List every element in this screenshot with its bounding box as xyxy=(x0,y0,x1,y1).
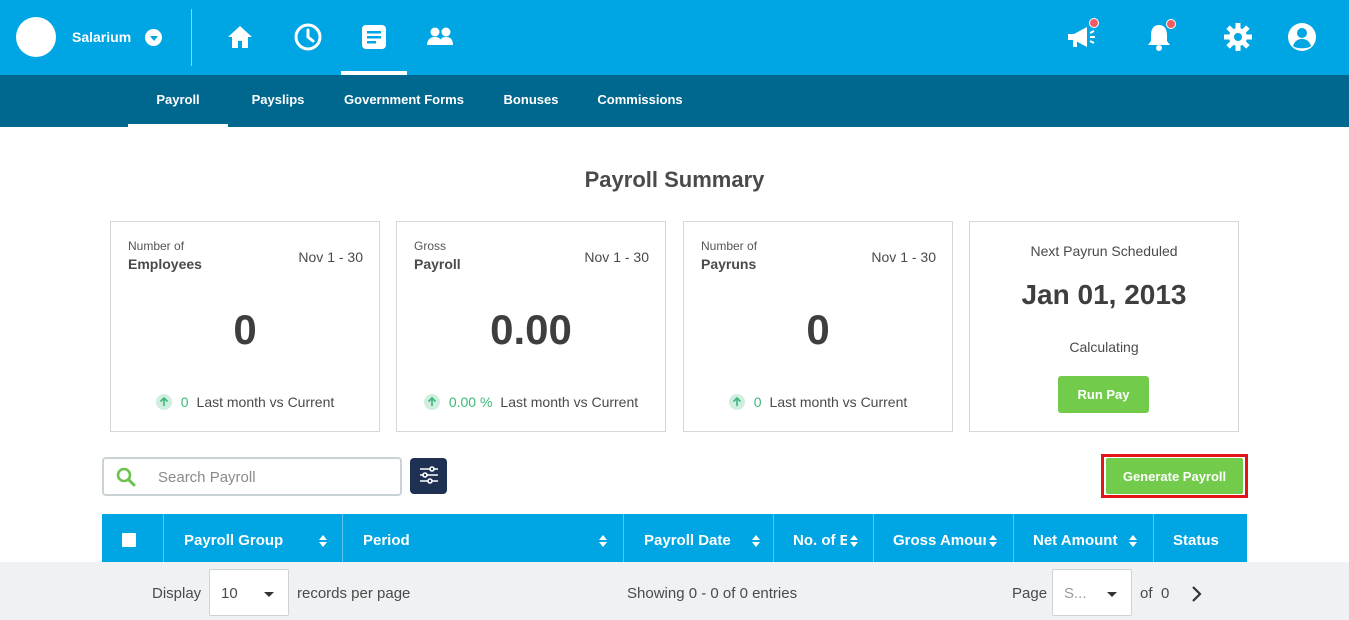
column-divider xyxy=(1013,514,1014,562)
card-caption: Gross xyxy=(414,239,447,253)
subnav-commissions[interactable]: Commissions xyxy=(588,75,692,127)
sort-icon[interactable] xyxy=(598,534,608,552)
subnav-payslips[interactable]: Payslips xyxy=(240,75,316,127)
card-trend: 0.00 % Last month vs Current xyxy=(397,394,665,410)
next-payrun-status: Calculating xyxy=(1069,339,1139,355)
display-label: Display xyxy=(152,585,202,602)
subnav-government-forms[interactable]: Government Forms xyxy=(334,75,474,127)
search-input[interactable] xyxy=(158,466,388,488)
column-payroll-date[interactable]: Payroll Date xyxy=(644,514,744,562)
sort-icon[interactable] xyxy=(849,534,859,552)
subnav-active-indicator xyxy=(128,124,228,127)
column-divider xyxy=(623,514,624,562)
records-per-page-select[interactable]: 10 xyxy=(209,569,289,616)
chevron-down-icon xyxy=(145,28,163,46)
sort-icon[interactable] xyxy=(1128,534,1138,552)
trend-value: 0 xyxy=(753,394,762,410)
card-value: 0 xyxy=(233,306,257,353)
sort-icon[interactable] xyxy=(751,534,761,552)
divider xyxy=(191,9,192,66)
trend-value: 0.00 % xyxy=(448,394,493,410)
search-box[interactable] xyxy=(102,457,402,496)
arrow-up-icon xyxy=(155,394,172,410)
card-trend: 0 Last month vs Current xyxy=(111,394,379,410)
sort-icon[interactable] xyxy=(988,534,998,552)
clock-icon[interactable] xyxy=(291,20,325,54)
column-divider xyxy=(773,514,774,562)
company-logo xyxy=(16,17,56,57)
chevron-down-icon xyxy=(1107,592,1117,597)
column-divider xyxy=(873,514,874,562)
employees-card: Number of Employees Nov 1 - 30 0 0 Last … xyxy=(110,221,380,432)
sort-icon[interactable] xyxy=(318,534,328,552)
gross-payroll-card: Gross Payroll Nov 1 - 30 0.00 0.00 % Las… xyxy=(396,221,666,432)
chevron-right-icon[interactable] xyxy=(1190,585,1202,607)
payruns-card: Number of Payruns Nov 1 - 30 0 0 Last mo… xyxy=(683,221,953,432)
card-caption: Number of xyxy=(128,239,185,253)
column-divider xyxy=(163,514,164,562)
card-trend: 0 Last month vs Current xyxy=(684,394,952,410)
table-header: Payroll Group Period Payroll Date No. of… xyxy=(102,514,1247,562)
search-icon xyxy=(116,467,136,492)
records-per-page-value: 10 xyxy=(221,585,238,602)
card-label: Payroll xyxy=(414,256,461,272)
page-select[interactable]: S... xyxy=(1052,569,1132,616)
of-label: of xyxy=(1140,585,1153,602)
card-date-range: Nov 1 - 30 xyxy=(871,249,936,265)
column-period[interactable]: Period xyxy=(363,514,443,562)
column-net-amount[interactable]: Net Amount xyxy=(1033,514,1123,562)
card-caption: Number of xyxy=(701,239,758,253)
bell-icon[interactable] xyxy=(1142,19,1176,54)
arrow-up-icon xyxy=(423,394,440,410)
records-per-page-label: records per page xyxy=(297,585,411,602)
top-bar: Salarium xyxy=(0,0,1349,75)
company-switcher[interactable]: Salarium xyxy=(16,17,163,57)
next-payrun-card: Next Payrun Scheduled Jan 01, 2013 Calcu… xyxy=(969,221,1239,432)
trend-label: Last month vs Current xyxy=(769,394,908,410)
document-icon[interactable] xyxy=(357,20,391,54)
select-all-checkbox[interactable] xyxy=(122,533,136,547)
generate-payroll-button[interactable]: Generate Payroll xyxy=(1106,458,1243,494)
trend-label: Last month vs Current xyxy=(500,394,639,410)
subnav-bonuses[interactable]: Bonuses xyxy=(492,75,570,127)
column-status[interactable]: Status xyxy=(1173,514,1233,562)
trend-value: 0 xyxy=(180,394,189,410)
company-name: Salarium xyxy=(72,29,132,45)
showing-entries: Showing 0 - 0 of 0 entries xyxy=(627,585,798,602)
card-label: Employees xyxy=(128,256,202,272)
column-divider xyxy=(342,514,343,562)
card-label: Payruns xyxy=(701,256,757,272)
people-icon[interactable] xyxy=(423,20,457,54)
card-value: 0.00 xyxy=(490,306,572,353)
next-payrun-date: Jan 01, 2013 xyxy=(1021,279,1187,310)
notification-dot xyxy=(1089,18,1099,28)
gear-icon[interactable] xyxy=(1221,20,1255,54)
user-icon[interactable] xyxy=(1285,20,1319,54)
page-title: Payroll Summary xyxy=(584,167,765,192)
total-pages: 0 xyxy=(1161,585,1170,602)
page-select-value: S... xyxy=(1064,585,1087,602)
column-payroll-group[interactable]: Payroll Group xyxy=(184,514,294,562)
chevron-down-icon xyxy=(264,592,274,597)
card-date-range: Nov 1 - 30 xyxy=(584,249,649,265)
megaphone-icon[interactable] xyxy=(1064,18,1099,54)
trend-label: Last month vs Current xyxy=(196,394,335,410)
page-label: Page xyxy=(1012,585,1048,602)
home-icon[interactable] xyxy=(223,20,257,54)
column-divider xyxy=(1153,514,1154,562)
sub-navigation: Payroll Payslips Government Forms Bonuse… xyxy=(0,75,1349,127)
notification-dot xyxy=(1166,19,1176,29)
column-no-of-employees[interactable]: No. of E xyxy=(793,514,847,562)
filter-button[interactable] xyxy=(410,458,447,494)
card-value: 0 xyxy=(806,306,830,353)
pagination-bar: Display 10 records per page Showing 0 - … xyxy=(0,562,1349,620)
next-payrun-title: Next Payrun Scheduled xyxy=(1030,243,1178,259)
run-pay-button[interactable]: Run Pay xyxy=(1058,376,1149,413)
card-date-range: Nov 1 - 30 xyxy=(298,249,363,265)
sliders-icon xyxy=(419,465,439,487)
column-gross-amount[interactable]: Gross Amoun xyxy=(893,514,986,562)
subnav-payroll[interactable]: Payroll xyxy=(128,75,228,127)
arrow-up-icon xyxy=(728,394,745,410)
